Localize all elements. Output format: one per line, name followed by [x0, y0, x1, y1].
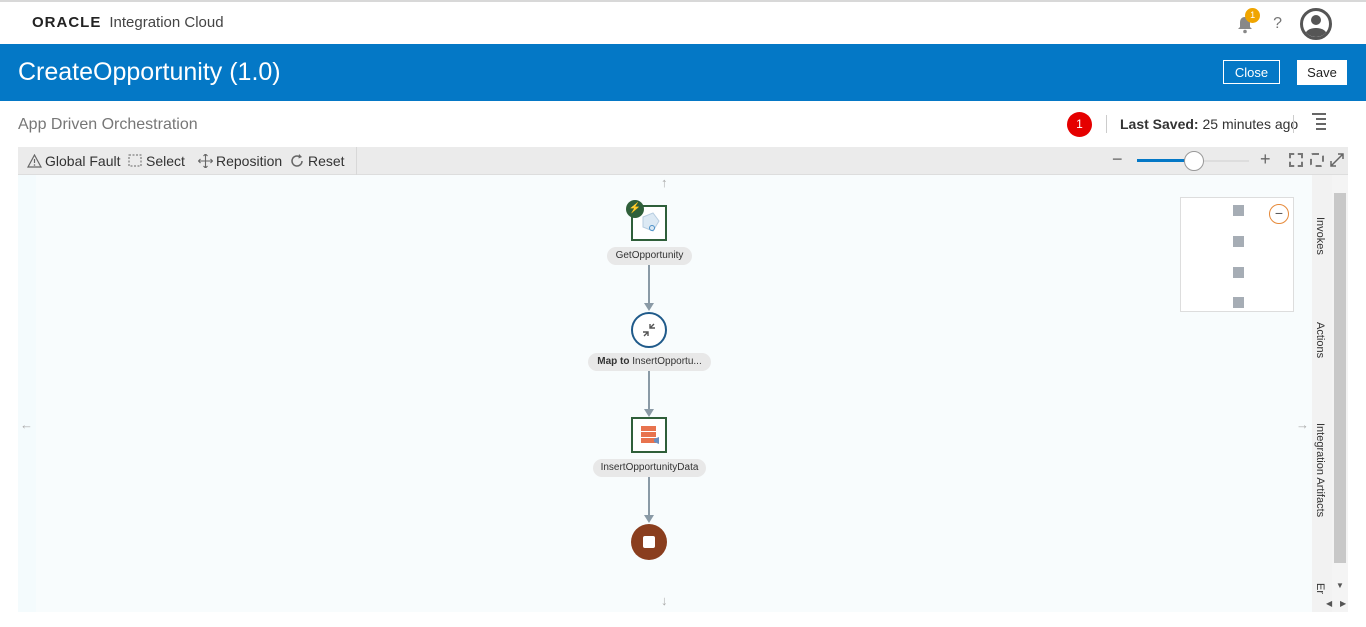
notifications-button[interactable]: 1 [1237, 8, 1261, 34]
warning-icon [27, 154, 42, 168]
tab-errors[interactable]: Er [1314, 583, 1326, 594]
save-button[interactable]: Save [1297, 60, 1347, 85]
minimap[interactable]: − [1180, 197, 1294, 312]
trigger-lightning-icon: ⚡ [626, 200, 644, 218]
trigger-node-label[interactable]: GetOpportunity [607, 247, 692, 265]
pan-up-icon[interactable]: ↑ [661, 175, 668, 190]
page-title: CreateOpportunity (1.0) [18, 58, 281, 86]
global-fault-button[interactable]: Global Fault [27, 153, 120, 169]
product-name: Integration Cloud [109, 14, 224, 31]
minimap-node [1233, 205, 1244, 216]
reposition-button[interactable]: Reposition [198, 153, 282, 169]
tab-actions[interactable]: Actions [1314, 322, 1326, 358]
scroll-right-arrow[interactable]: ▶ [1340, 599, 1346, 608]
vertical-scrollbar[interactable]: ▼ ◀ ▶ [1326, 175, 1348, 612]
minimap-node [1233, 236, 1244, 247]
title-bar: CreateOpportunity (1.0) Close Save [0, 44, 1366, 101]
last-saved-status: Last Saved: 25 minutes ago [1120, 116, 1298, 132]
last-saved-label: Last Saved: [1120, 116, 1199, 132]
select-icon [128, 154, 142, 167]
pan-left-icon[interactable]: ← [20, 417, 33, 432]
invoke-node[interactable] [631, 417, 667, 453]
invoke-node-label[interactable]: InsertOpportunityData [593, 459, 706, 477]
oracle-logo[interactable]: ORACLE Integration Cloud [32, 14, 224, 31]
refresh-icon [291, 154, 303, 167]
connector-line [648, 264, 650, 308]
top-bar: ORACLE Integration Cloud 1 ? [0, 0, 1366, 44]
zoom-slider-handle[interactable] [1184, 151, 1204, 171]
minimap-node [1233, 267, 1244, 278]
fit-to-screen-icon[interactable] [1289, 153, 1303, 167]
brand-name: ORACLE [32, 14, 102, 31]
hamburger-menu-icon[interactable] [1312, 113, 1326, 130]
notification-badge: 1 [1245, 8, 1261, 23]
sub-header: App Driven Orchestration 1 Last Saved: 2… [0, 101, 1366, 147]
zoom-controls: − + [1112, 149, 1348, 171]
reset-button[interactable]: Reset [290, 153, 345, 169]
top-right-actions: 1 ? [1237, 8, 1332, 40]
select-button[interactable]: Select [128, 153, 185, 169]
pan-right-icon[interactable]: → [1296, 417, 1309, 432]
separator [1106, 115, 1107, 133]
zoom-selection-icon[interactable] [1310, 153, 1324, 167]
error-count-badge[interactable]: 1 [1067, 112, 1092, 137]
pan-down-icon[interactable]: ↓ [661, 593, 668, 608]
map-node-label[interactable]: Map to InsertOpportu... [588, 353, 711, 371]
tab-integration-artifacts[interactable]: Integration Artifacts [1314, 423, 1326, 517]
scroll-down-arrow[interactable]: ▼ [1336, 581, 1344, 590]
database-adapter-icon [641, 426, 659, 444]
map-node-label-bold: Map to [597, 356, 630, 367]
integration-pattern: App Driven Orchestration [18, 116, 198, 133]
canvas-toolbar: Global Fault Select Reposition Reset − + [18, 147, 1348, 175]
select-label: Select [146, 153, 185, 169]
minimap-collapse-button[interactable]: − [1269, 204, 1289, 224]
connector-arrow [644, 515, 654, 523]
scroll-left-arrow[interactable]: ◀ [1326, 599, 1332, 608]
end-node[interactable] [631, 524, 667, 560]
connector-line [648, 370, 650, 413]
map-node[interactable] [631, 312, 667, 348]
connector-arrow [644, 303, 654, 311]
connector-line [648, 476, 650, 520]
mapper-icon [643, 323, 655, 337]
minimap-node [1233, 297, 1244, 308]
reposition-label: Reposition [216, 153, 283, 169]
reset-label: Reset [308, 153, 345, 169]
close-button[interactable]: Close [1223, 60, 1280, 84]
move-icon [198, 154, 213, 168]
toolbar-separator [356, 147, 357, 175]
global-fault-label: Global Fault [45, 153, 121, 169]
zoom-out-button[interactable]: − [1112, 149, 1123, 170]
last-saved-value: 25 minutes ago [1202, 116, 1299, 132]
connector-arrow [644, 409, 654, 417]
help-icon[interactable]: ? [1273, 15, 1282, 33]
map-node-label-text: InsertOpportu... [632, 356, 702, 367]
zoom-in-button[interactable]: + [1260, 149, 1271, 170]
right-side-panel: Invokes Actions Integration Artifacts Er [1312, 175, 1332, 612]
scrollbar-thumb[interactable] [1334, 193, 1346, 563]
tab-invokes[interactable]: Invokes [1314, 217, 1326, 255]
expand-icon[interactable] [1330, 153, 1344, 167]
separator [1293, 115, 1294, 133]
user-avatar[interactable] [1300, 8, 1332, 40]
